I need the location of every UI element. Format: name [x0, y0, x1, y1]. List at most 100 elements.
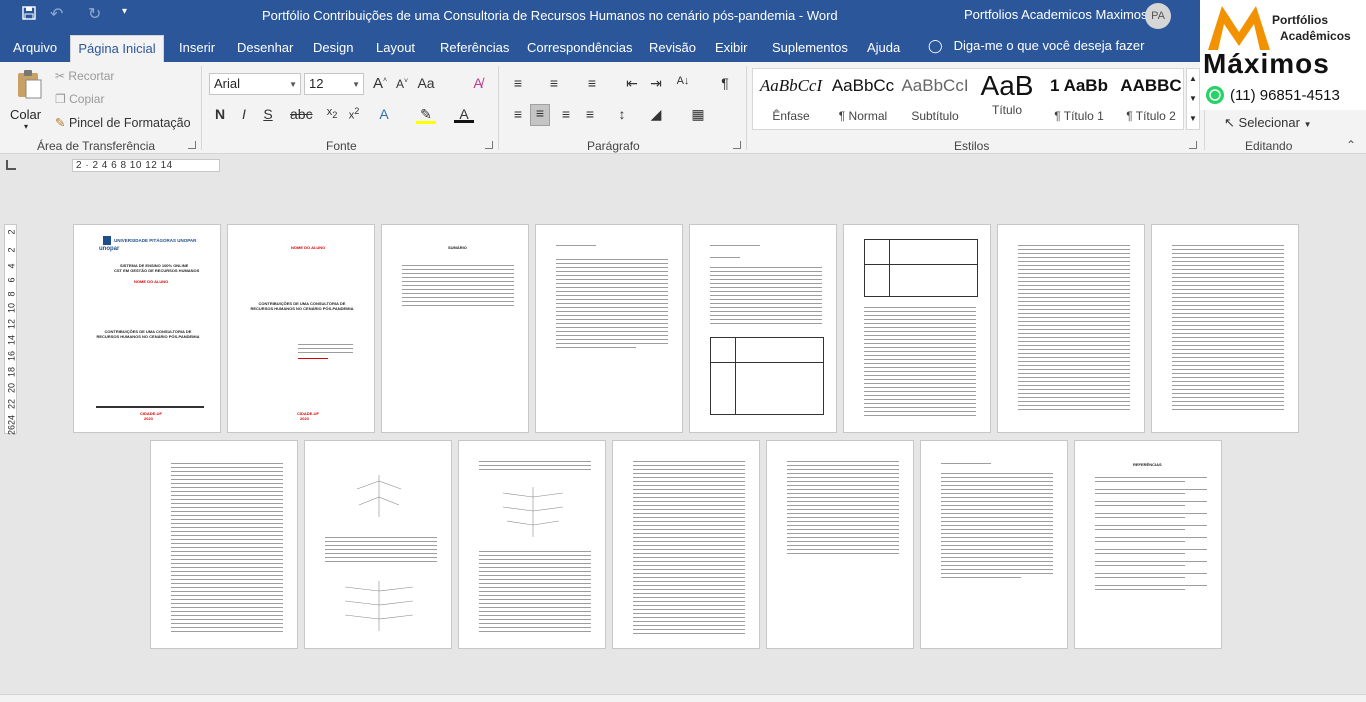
justify-icon[interactable]: ≡ [580, 106, 600, 122]
shrink-font-icon[interactable]: A˅ [392, 77, 412, 91]
tab-help[interactable]: Ajuda [867, 40, 900, 55]
page-body-3[interactable] [766, 440, 914, 649]
tab-addins[interactable]: Suplementos [772, 40, 848, 55]
style-subtitle[interactable]: AaBbCcI Subtítulo [899, 76, 971, 123]
page-development-4[interactable] [1151, 224, 1299, 433]
tab-draw[interactable]: Desenhar [237, 40, 293, 55]
style-heading-2[interactable]: AABBC ¶ Título 2 [1115, 76, 1187, 123]
sort-icon[interactable]: A↓ [673, 75, 693, 87]
page-body-1[interactable] [150, 440, 298, 649]
highlight-icon[interactable]: ✎ [416, 106, 436, 124]
customize-qat-icon[interactable]: ▾ [122, 6, 127, 17]
decrease-indent-icon[interactable]: ⇤ [622, 75, 642, 92]
page-references[interactable]: REFERÊNCIAS [1074, 440, 1222, 649]
font-launcher-icon[interactable] [485, 141, 493, 149]
page-table [864, 239, 978, 297]
shading-icon[interactable]: ◢ [646, 106, 666, 123]
page-toc[interactable]: SUMÁRIO [381, 224, 529, 433]
bullets-icon[interactable]: ≡ [508, 75, 528, 91]
page-introduction[interactable] [535, 224, 683, 433]
avatar[interactable]: PA [1145, 3, 1171, 29]
change-case-icon[interactable]: Aa [416, 75, 436, 91]
show-marks-icon[interactable]: ¶ [715, 75, 735, 91]
user-name[interactable]: Portfolios Academicos Maximos [964, 7, 1148, 22]
page-table [710, 337, 824, 415]
strikethrough-button[interactable]: abc [290, 106, 313, 122]
page-cover[interactable]: UNIVERSIDADE PITÁGORAS UNOPAR unopar SIS… [73, 224, 221, 433]
multilevel-list-icon[interactable]: ≡ [582, 75, 602, 91]
clipboard-group-label: Área de Transferência [37, 139, 156, 153]
increase-indent-icon[interactable]: ⇥ [646, 75, 666, 92]
title-sheet-title: CONTRIBUIÇÕES DE UMA CONSULTORIA DE RECU… [250, 301, 354, 311]
borders-icon[interactable]: ▦ [688, 106, 708, 123]
style-name: ¶ Normal [838, 109, 888, 123]
save-icon[interactable] [22, 6, 36, 25]
collapse-ribbon-icon[interactable]: ⌃ [1346, 138, 1356, 152]
line-spacing-icon[interactable]: ↕ [612, 106, 632, 122]
paste-button[interactable]: Colar ▾ [10, 68, 50, 134]
style-normal[interactable]: AaBbCc ¶ Normal [827, 76, 899, 123]
tab-mailings[interactable]: Correspondências [527, 40, 633, 55]
ruler-mark: 18 [6, 367, 17, 378]
tell-me-label: Diga-me o que você deseja fazer [953, 38, 1145, 53]
copy-icon: ❐ [55, 92, 66, 106]
undo-icon[interactable]: ↶ [50, 4, 63, 24]
styles-scroll[interactable]: ▲ ▼ ▼ [1186, 68, 1200, 130]
redo-icon[interactable]: ↻ [88, 4, 101, 24]
paste-dropdown-icon[interactable]: ▾ [10, 122, 42, 131]
page-figures-1[interactable] [304, 440, 452, 649]
font-name-combo[interactable]: Arial ▼ [209, 73, 301, 95]
document-title: Portfólio Contribuições de uma Consultor… [262, 8, 838, 23]
horizontal-ruler[interactable]: 2 · 2 4 6 8 10 12 14 [72, 159, 220, 172]
clipboard-launcher-icon[interactable] [188, 141, 196, 149]
tab-insert[interactable]: Inserir [179, 40, 215, 55]
text-effects-icon[interactable]: A [374, 106, 394, 122]
ruler-marks: 2 · 2 4 6 8 10 12 14 [76, 160, 173, 171]
italic-button[interactable]: I [234, 106, 254, 122]
tab-view[interactable]: Exibir [715, 40, 748, 55]
page-figures-2[interactable] [458, 440, 606, 649]
grow-font-icon[interactable]: A˄ [370, 75, 390, 92]
copy-button[interactable]: ❐ Copiar [55, 92, 104, 106]
tab-review[interactable]: Revisão [649, 40, 696, 55]
cover-author: NOME DO ALUNO [134, 279, 169, 284]
subscript-button[interactable]: x2 [322, 106, 342, 120]
vertical-ruler[interactable]: 2 2 4 6 8 10 12 14 16 18 20 22 24 26 [4, 224, 17, 435]
style-heading-1[interactable]: 1 AaBb ¶ Título 1 [1043, 76, 1115, 123]
align-right-icon[interactable]: ≡ [556, 106, 576, 122]
page-conclusion[interactable] [920, 440, 1068, 649]
tab-design[interactable]: Design [313, 40, 353, 55]
page-development-3[interactable] [997, 224, 1145, 433]
align-left-icon[interactable]: ≡ [508, 106, 528, 122]
page-body-2[interactable] [612, 440, 760, 649]
page-development-2[interactable] [843, 224, 991, 433]
copy-label: Copiar [69, 92, 105, 106]
tab-layout[interactable]: Layout [376, 40, 415, 55]
clear-formatting-icon[interactable]: A̸ [468, 75, 488, 91]
numbering-icon[interactable]: ≡ [544, 75, 564, 91]
paragraph-launcher-icon[interactable] [733, 141, 741, 149]
ruler-mark: 8 [6, 291, 17, 297]
style-title[interactable]: AaB Título [971, 70, 1043, 117]
font-size-combo[interactable]: 12 ▼ [304, 73, 364, 95]
style-emphasis[interactable]: AaBbCcI Ênfase [755, 76, 827, 123]
font-color-icon[interactable]: A [454, 106, 474, 123]
tab-file[interactable]: Arquivo [13, 40, 57, 55]
tell-me-search[interactable]: ◯ Diga-me o que você deseja fazer [928, 38, 1144, 54]
format-painter-button[interactable]: ✎ Pincel de Formatação [55, 115, 191, 130]
styles-group-label: Estilos [954, 139, 990, 153]
cut-button[interactable]: ✂ Recortar [55, 69, 114, 83]
chevron-down-icon: ▼ [289, 80, 297, 89]
page-title-sheet[interactable]: NOME DO ALUNO CONTRIBUIÇÕES DE UMA CONSU… [227, 224, 375, 433]
bold-button[interactable]: N [210, 106, 230, 122]
align-center-icon[interactable]: ≡ [530, 104, 550, 126]
tab-home[interactable]: Página Inicial [70, 35, 164, 62]
style-sample: AaBbCcI [759, 76, 823, 95]
underline-button[interactable]: S [258, 106, 278, 122]
page-development-table[interactable] [689, 224, 837, 433]
tab-selector-icon[interactable] [6, 160, 16, 170]
superscript-button[interactable]: x2 [344, 106, 364, 122]
styles-launcher-icon[interactable] [1189, 141, 1197, 149]
select-button[interactable]: ↖ Selecionar ▼ [1224, 115, 1312, 131]
tab-references[interactable]: Referências [440, 40, 509, 55]
